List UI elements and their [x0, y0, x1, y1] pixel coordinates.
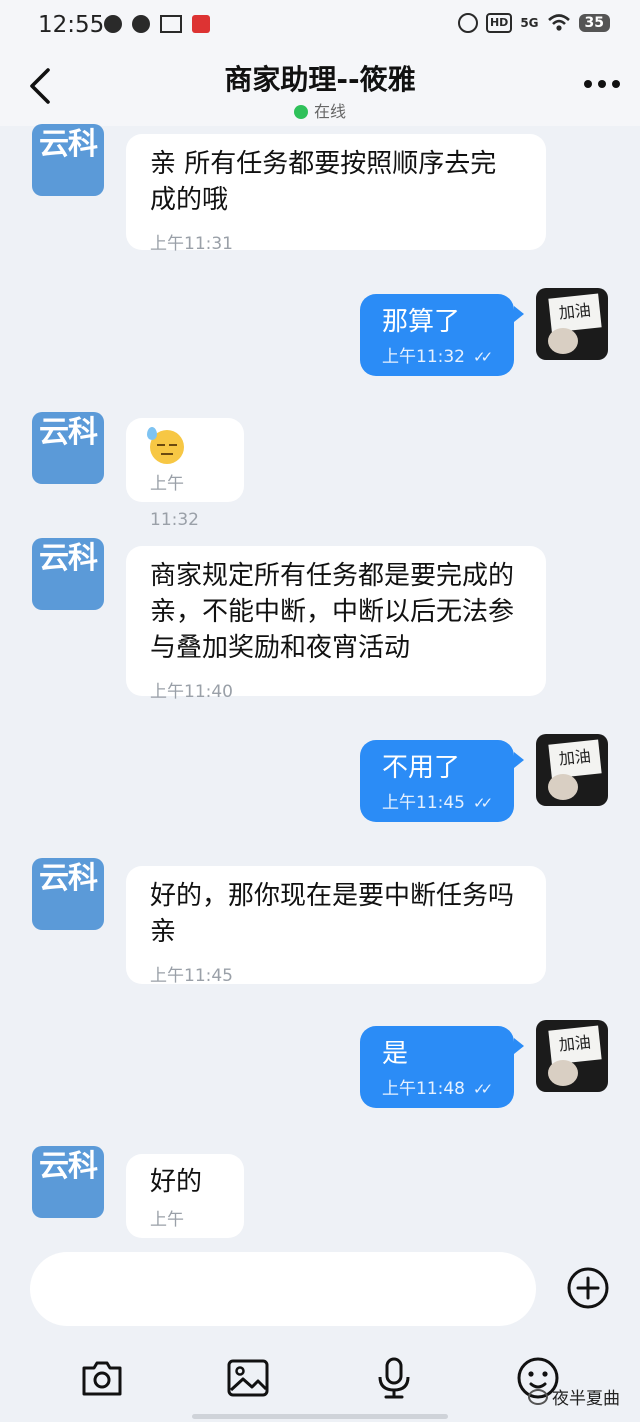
agent-avatar[interactable]: 云科 — [32, 1146, 104, 1218]
message-text: 商家规定所有任务都是要完成的亲，不能中断，中断以后无法参与叠加奖励和夜宵活动 — [150, 561, 515, 663]
news-app-icon — [160, 15, 182, 33]
incoming-message[interactable]: 好的 上午11:48 — [126, 1154, 244, 1266]
sweat-face-emoji-icon — [147, 426, 184, 464]
camera-icon[interactable] — [80, 1356, 124, 1400]
online-status: 在线 — [0, 98, 640, 122]
message-time: 上午11:45 — [150, 966, 233, 986]
message-text: 好的 — [150, 1167, 203, 1197]
incoming-message[interactable]: 商家规定所有任务都是要完成的亲，不能中断，中断以后无法参与叠加奖励和夜宵活动 上… — [126, 546, 546, 702]
incoming-message[interactable]: 好的，那你现在是要中断任务吗亲 上午11:45 — [126, 866, 546, 986]
incoming-message[interactable]: 亲 所有任务都要按照顺序去完成的哦 上午11:31 — [126, 134, 546, 254]
message-time: 上午11:45 — [382, 793, 465, 813]
message-text: 亲 所有任务都要按照顺序去完成的哦 — [150, 149, 497, 215]
message-input[interactable] — [30, 1252, 536, 1326]
message-text: 是 — [382, 1039, 409, 1069]
agent-avatar[interactable]: 云科 — [32, 412, 104, 484]
wifi-icon — [547, 14, 570, 31]
more-options-icon[interactable] — [584, 80, 620, 88]
message-time: 上午11:32 — [150, 474, 199, 530]
online-status-label: 在线 — [313, 102, 346, 121]
home-indicator[interactable] — [192, 1414, 448, 1419]
wechat-notification-icon — [132, 15, 150, 33]
battery-icon: 35 — [578, 14, 610, 32]
message-time: 上午11:40 — [150, 682, 233, 702]
message-time: 上午11:32 — [382, 347, 465, 367]
outgoing-message[interactable]: 那算了 上午11:32 ✓✓ — [360, 294, 514, 376]
incoming-message[interactable]: 上午11:32 — [126, 418, 244, 530]
outgoing-message[interactable]: 是 上午11:48 ✓✓ — [360, 1026, 514, 1108]
read-receipt-icon: ✓✓ — [473, 1080, 493, 1098]
online-dot-icon — [293, 105, 308, 119]
agent-avatar[interactable]: 云科 — [32, 538, 104, 610]
outgoing-message[interactable]: 不用了 上午11:45 ✓✓ — [360, 740, 514, 822]
hd-icon: HD — [485, 13, 513, 33]
my-avatar[interactable]: 加油 — [536, 288, 608, 360]
microphone-icon[interactable] — [372, 1356, 416, 1400]
my-avatar[interactable]: 加油 — [536, 734, 608, 806]
image-gallery-icon[interactable] — [226, 1356, 270, 1400]
message-text: 不用了 — [382, 753, 461, 783]
agent-avatar[interactable]: 云科 — [32, 124, 104, 196]
my-avatar[interactable]: 加油 — [536, 1020, 608, 1092]
status-time: 12:55 — [38, 12, 105, 38]
message-time: 上午11:31 — [150, 234, 233, 254]
chat-notification-icon — [104, 15, 122, 33]
network-signal-icon: 5G — [520, 16, 539, 30]
read-receipt-icon: ✓✓ — [473, 348, 493, 366]
message-text: 那算了 — [382, 307, 461, 337]
read-receipt-icon: ✓✓ — [473, 794, 493, 812]
message-text: 好的，那你现在是要中断任务吗亲 — [150, 881, 515, 947]
wechat-channel-icon — [528, 1388, 548, 1405]
chat-header: 商家助理--筱雅 在线 — [0, 52, 640, 126]
chat-title: 商家助理--筱雅 — [224, 63, 416, 96]
message-time: 上午11:48 — [382, 1079, 465, 1099]
watermark: 夜半夏曲 — [528, 1384, 620, 1409]
red-app-icon — [192, 15, 210, 33]
agent-avatar[interactable]: 云科 — [32, 858, 104, 930]
watermark-text: 夜半夏曲 — [552, 1389, 620, 1409]
plus-icon[interactable] — [566, 1266, 610, 1310]
status-bar: 12:55 HD 5G 35 — [0, 0, 640, 52]
alarm-icon — [457, 13, 478, 33]
